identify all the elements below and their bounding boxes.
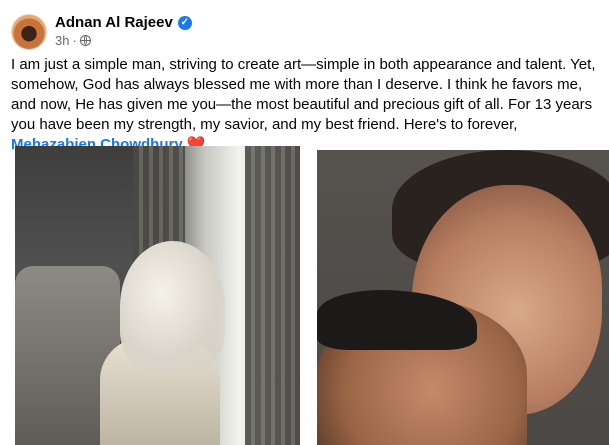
bridal-veil [120,241,225,371]
post-body: I am just a simple man, striving to crea… [11,55,603,155]
meta-separator: · [72,33,77,48]
bride-figure [100,241,225,445]
author-name-row: Adnan Al Rajeev ✓ [55,14,192,31]
post-photo-bride[interactable] [15,146,300,445]
globe-icon[interactable] [79,35,91,46]
verified-badge-icon: ✓ [177,15,192,30]
post-text: I am just a simple man, striving to crea… [11,56,596,133]
post-photo-couple[interactable] [317,150,609,445]
post-meta: 3h · [55,33,91,48]
author-name[interactable]: Adnan Al Rajeev [55,14,173,31]
curtain-right [245,146,300,445]
author-avatar[interactable] [11,14,47,50]
post-time[interactable]: 3h [55,33,69,48]
